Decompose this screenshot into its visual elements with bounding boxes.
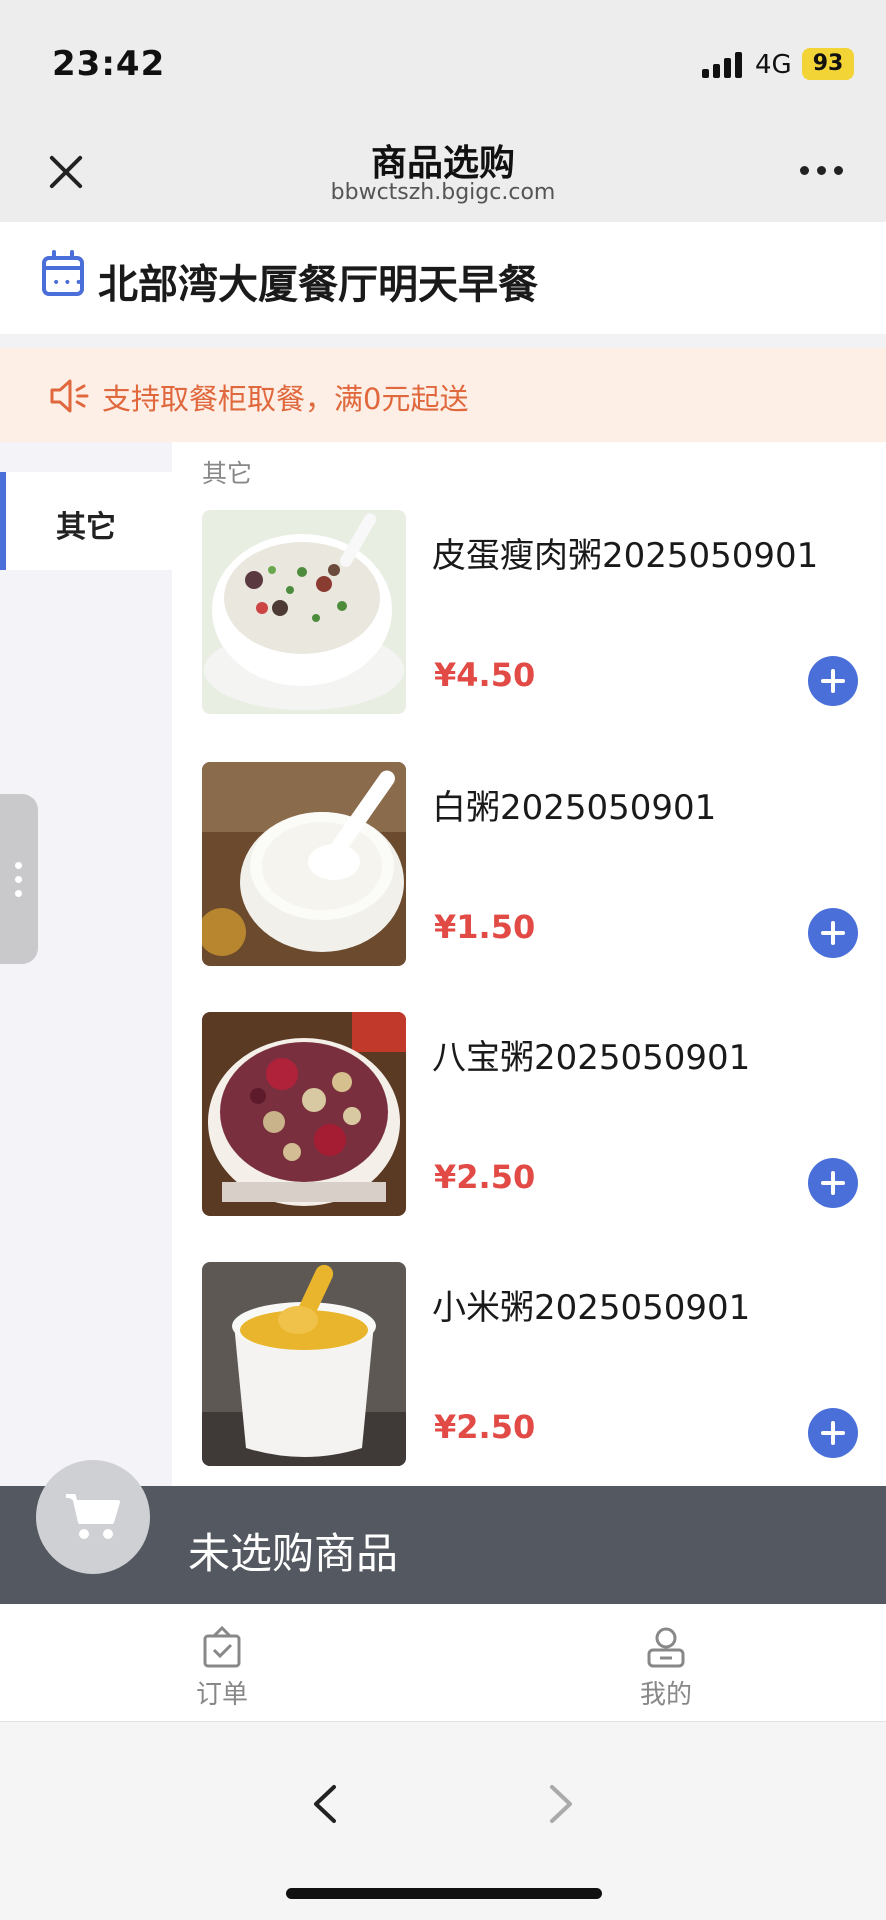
add-to-cart-button[interactable] [808,1158,858,1208]
status-time: 23:42 [52,44,166,84]
page-url: bbwctszh.bgigc.com [330,180,556,205]
forward-icon[interactable] [546,1784,576,1824]
product-card[interactable]: 八宝粥2025050901 ¥2.50 [172,1012,886,1222]
page-title: 商品选购 [370,143,515,184]
notice-bar: 支持取餐柜取餐，满0元起送 [0,348,886,442]
cart-button[interactable] [36,1460,150,1574]
product-card[interactable]: 白粥2025050901 ¥1.50 [172,762,886,972]
tab-label: 我的 [639,1680,692,1710]
category-sidebar: 其它 [0,442,172,1486]
product-name: 小米粥2025050901 [432,1288,751,1328]
category-item-other[interactable]: 其它 [0,472,172,570]
product-name: 八宝粥2025050901 [432,1038,751,1078]
add-to-cart-button[interactable] [808,1408,858,1458]
product-price: ¥2.50 [434,1408,536,1446]
battery-badge: 93 [802,48,854,80]
restaurant-header: ••• 北部湾大厦餐厅明天早餐 [0,222,886,334]
notice-text: 支持取餐柜取餐，满0元起送 [102,382,469,416]
more-icon[interactable] [800,166,844,176]
product-card[interactable]: 皮蛋瘦肉粥2025050901 ¥4.50 [172,510,886,720]
tab-profile[interactable]: 我的 [566,1604,766,1722]
tab-bar: 订单 我的 [0,1604,886,1722]
product-price: ¥4.50 [434,656,536,694]
restaurant-title: 北部湾大厦餐厅明天早餐 [98,262,538,308]
product-list: 其它 皮蛋瘦肉粥2025050901 ¥4.50 白粥2025050901 ¥1… [172,442,886,1486]
speaker-icon [50,379,89,413]
signal-icon [702,52,744,78]
back-icon[interactable] [310,1784,340,1824]
product-image-century-egg-congee[interactable] [202,510,406,714]
product-image-plain-congee[interactable] [202,762,406,966]
app-screen: 23:42 4G 93 商品选购 bbwctszh.bgigc.com ••• … [0,0,886,1920]
product-name: 白粥2025050901 [432,788,717,828]
cart-icon [66,1494,120,1539]
product-image-eight-treasure-congee[interactable] [202,1012,406,1216]
product-name: 皮蛋瘦肉粥2025050901 [432,536,819,576]
section-heading: 其它 [202,459,253,488]
product-card[interactable]: 小米粥2025050901 ¥2.50 [172,1262,886,1472]
nav-bar: 商品选购 bbwctszh.bgigc.com [0,120,886,222]
tab-label: 订单 [195,1680,248,1710]
side-drawer-handle[interactable] [0,794,38,964]
add-to-cart-button[interactable] [808,908,858,958]
add-to-cart-button[interactable] [808,656,858,706]
network-label: 4G [755,50,792,80]
profile-icon [647,1627,685,1668]
cart-status-label: 未选购商品 [188,1529,399,1578]
product-price: ¥2.50 [434,1158,536,1196]
status-bar: 23:42 4G 93 [0,0,886,120]
home-indicator [286,1888,602,1899]
order-bag-icon [203,1626,241,1668]
browser-nav-bar [0,1722,886,1920]
tab-orders[interactable]: 订单 [122,1604,322,1722]
category-label: 其它 [56,510,116,545]
product-price: ¥1.50 [434,908,536,946]
calendar-icon: ••• [42,250,84,296]
product-image-millet-congee[interactable] [202,1262,406,1466]
